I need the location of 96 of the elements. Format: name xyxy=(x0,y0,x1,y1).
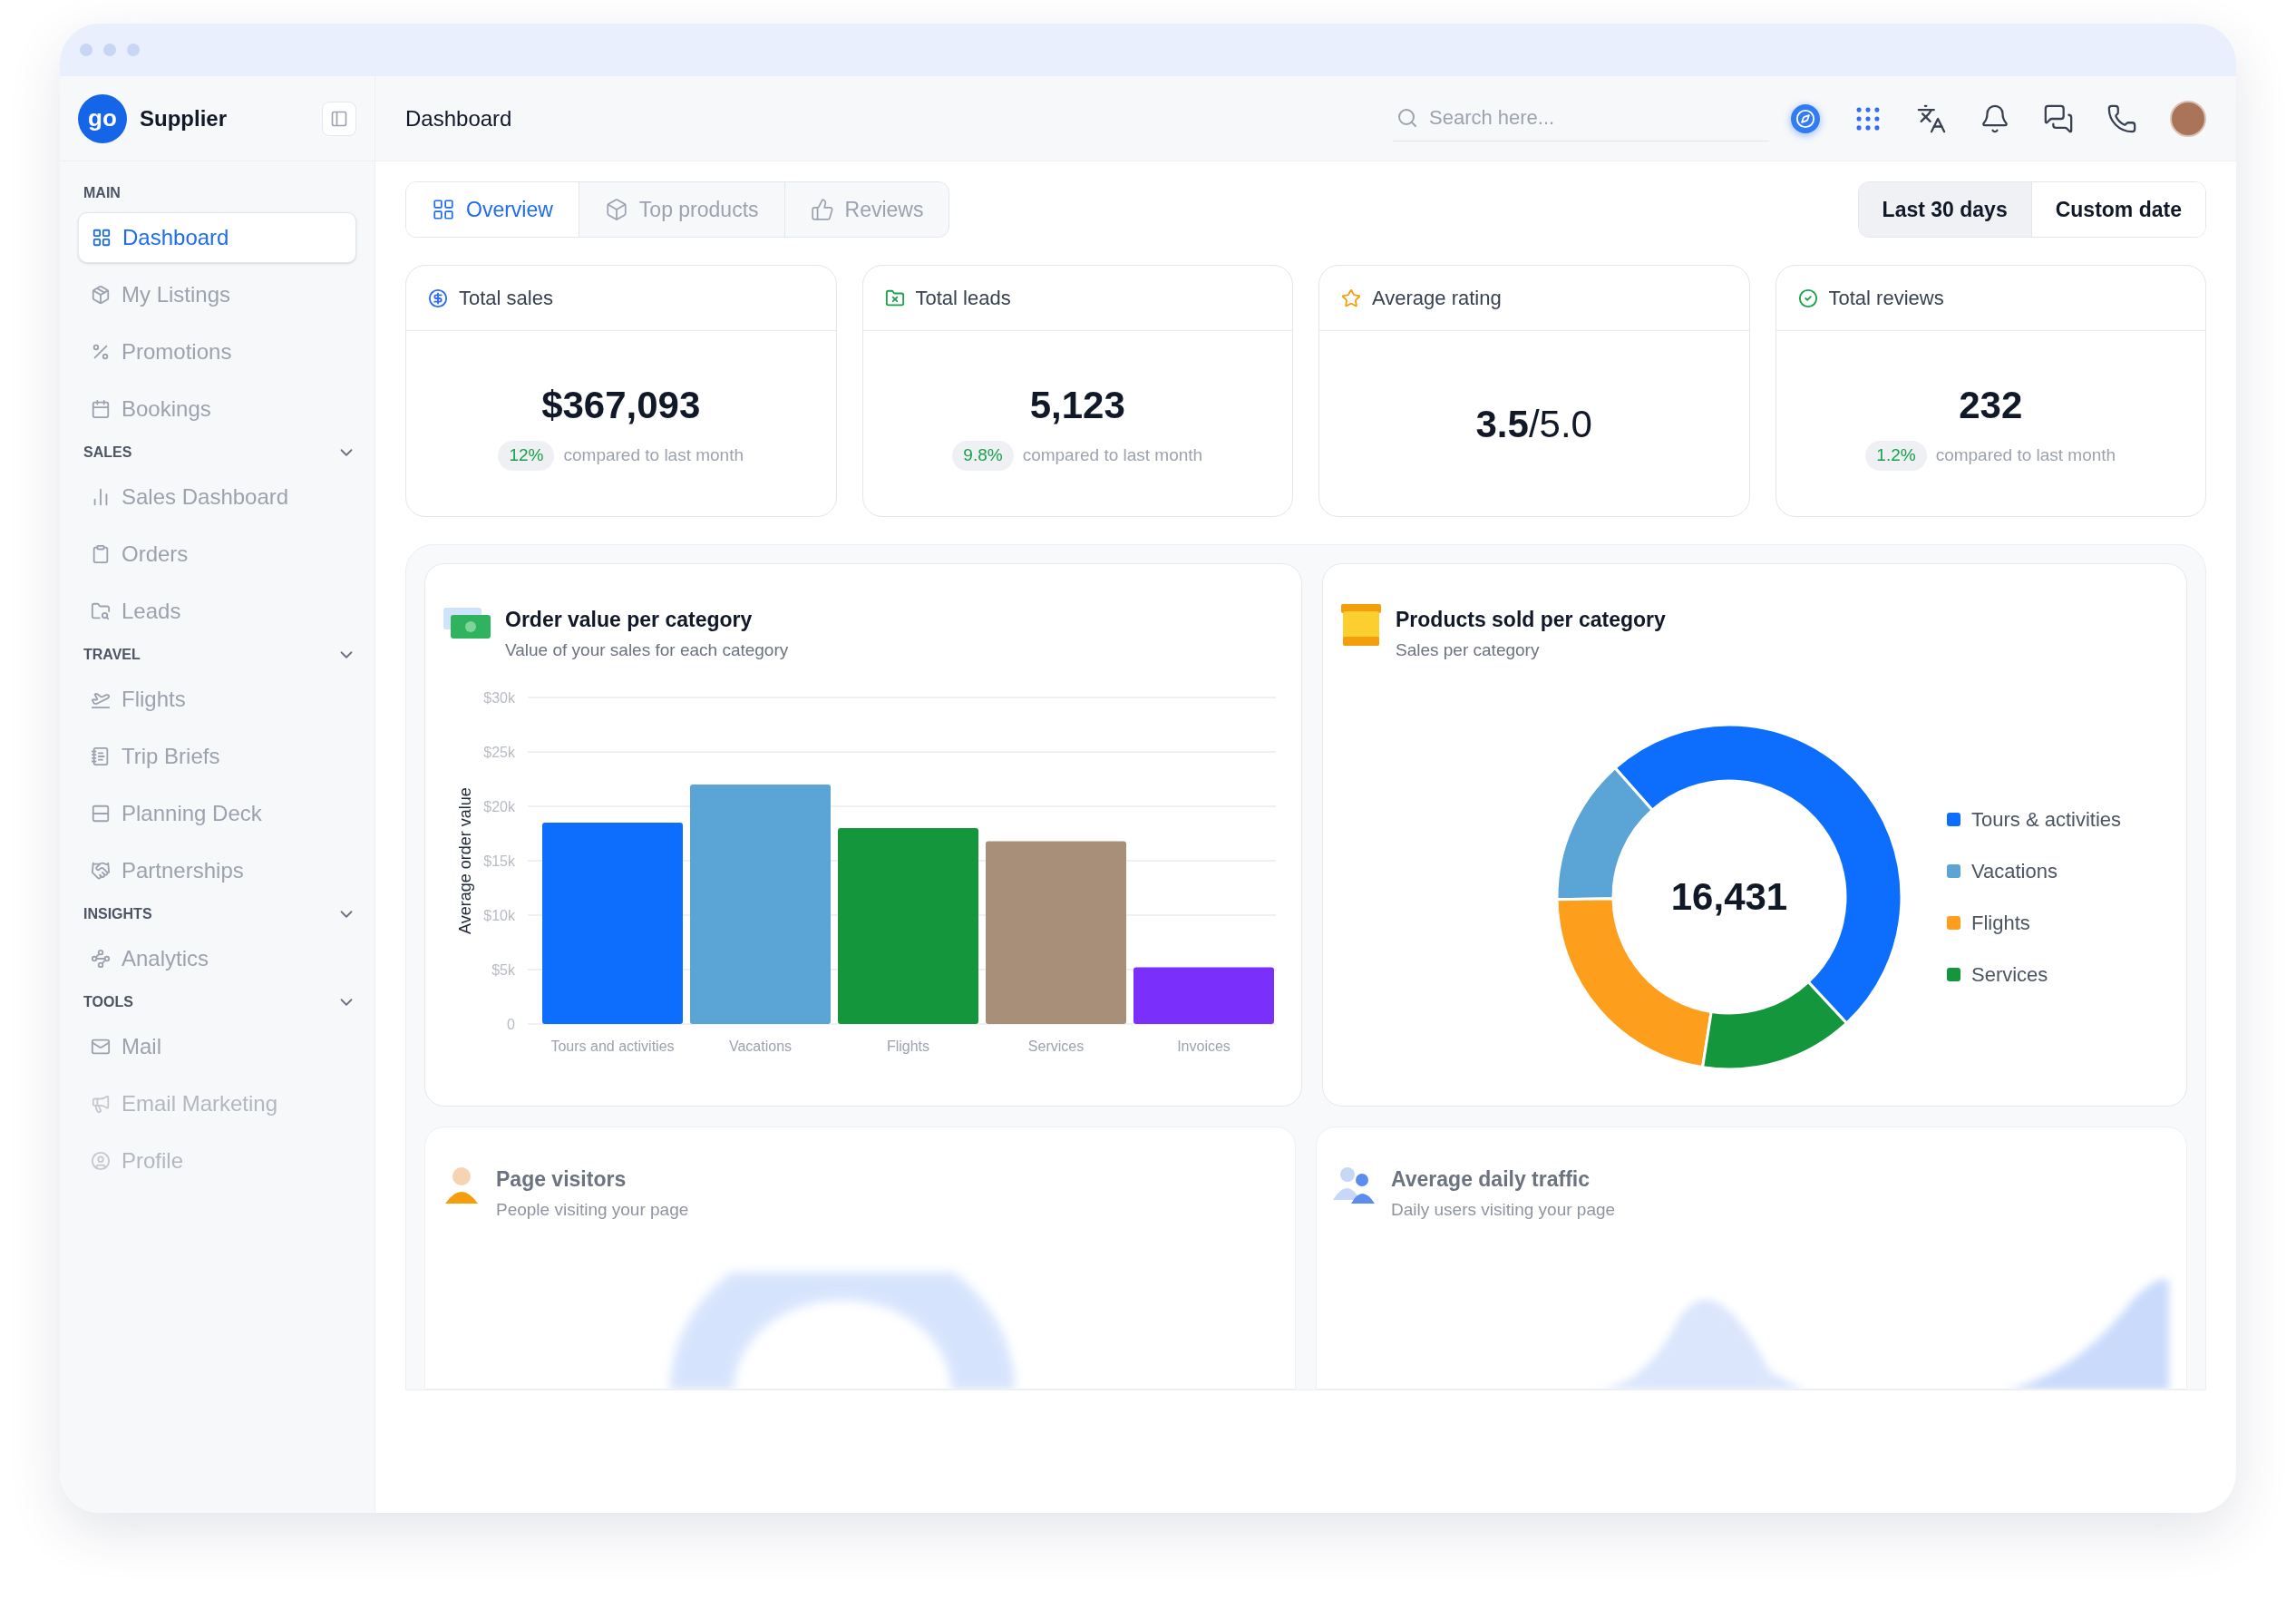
handshake-icon xyxy=(91,860,111,881)
sidebar-item[interactable]: Mail xyxy=(78,1020,356,1072)
sidebar-item[interactable]: Bookings xyxy=(78,383,356,434)
sidebar-item[interactable]: Trip Briefs xyxy=(78,730,356,782)
axis-title: Average order value xyxy=(456,787,474,934)
stat-title: Average rating xyxy=(1372,286,1502,311)
section-label: INSIGHTS xyxy=(83,905,152,923)
category-label: Flights xyxy=(886,1039,930,1054)
chat-icon[interactable] xyxy=(2043,102,2074,134)
date-range-button[interactable]: Last 30 days xyxy=(1858,182,2032,237)
tick-label: $25k xyxy=(483,745,515,760)
chart-title: Average daily traffic xyxy=(1391,1166,1591,1193)
collapse-sidebar-button[interactable] xyxy=(322,101,356,136)
tab[interactable]: Overview xyxy=(406,182,579,237)
total-value: 16,431 xyxy=(1670,875,1788,918)
section-label: TRAVEL xyxy=(83,646,141,664)
search-icon xyxy=(1396,107,1418,129)
stat-value: 232 xyxy=(1959,383,2023,429)
tab[interactable]: Reviews xyxy=(784,182,949,237)
category-label: Services xyxy=(1027,1039,1085,1054)
sidebar-item[interactable]: Orders xyxy=(78,528,356,580)
change-badge: 1.2% xyxy=(1865,441,1927,471)
sidebar-item[interactable]: Leads xyxy=(78,585,356,637)
change-badge: 12% xyxy=(498,441,555,471)
star-icon xyxy=(1341,288,1361,308)
category-label: Vacations xyxy=(728,1039,793,1054)
sidebar-item[interactable]: Promotions xyxy=(78,326,356,377)
change-badge: 9.8% xyxy=(952,441,1014,471)
box-icon xyxy=(1341,604,1381,646)
chart-title: Products sold per category xyxy=(1396,607,1666,633)
tick-label: $15k xyxy=(483,853,515,869)
stat-title: Total sales xyxy=(459,286,553,311)
notebook-icon xyxy=(91,746,111,766)
tick-label: $10k xyxy=(483,908,515,923)
sidebar-item[interactable]: Planning Deck xyxy=(78,787,356,839)
search-field[interactable]: Search here... xyxy=(1429,100,1766,136)
chart-title: Order value per category xyxy=(505,607,754,633)
rows-icon xyxy=(91,803,111,824)
avatar[interactable] xyxy=(2170,100,2206,137)
tab[interactable]: Top products xyxy=(579,182,785,237)
tick-label: $20k xyxy=(483,799,515,814)
comparison-text: compared to last month xyxy=(563,444,744,467)
sidebar-item[interactable]: Flights xyxy=(78,673,356,725)
chart-subtitle: Daily users visiting your page xyxy=(1391,1198,1616,1221)
chart-subtitle: Sales per category xyxy=(1396,639,1541,661)
chart-title: Page visitors xyxy=(496,1166,628,1193)
phone-icon[interactable] xyxy=(2106,102,2137,134)
dollar-icon xyxy=(428,288,448,308)
box-icon xyxy=(604,198,628,221)
grid-icon xyxy=(432,198,455,221)
chart-subtitle: Value of your sales for each category xyxy=(505,639,789,661)
folder-icon xyxy=(884,288,905,308)
stat-value: $367,093 xyxy=(541,383,701,429)
tick-label: 0 xyxy=(507,1017,515,1032)
megaphone-icon xyxy=(91,1093,111,1114)
user-icon xyxy=(91,1150,111,1171)
tick-label: $5k xyxy=(491,962,515,978)
stat-title: Total reviews xyxy=(1828,286,1944,311)
category-label: Invoices xyxy=(1177,1039,1231,1054)
box-icon xyxy=(91,284,111,305)
grid-icon xyxy=(92,227,112,248)
section-label: SALES xyxy=(83,444,132,462)
legend-label: Tours & activities xyxy=(1971,807,2122,833)
sidebar-item[interactable]: Sales Dashboard xyxy=(78,471,356,522)
stat-title: Total leads xyxy=(915,286,1011,311)
comparison-text: compared to last month xyxy=(1022,444,1203,467)
tick-label: $30k xyxy=(483,690,515,706)
category-label: Tours and activities xyxy=(550,1039,675,1054)
legend-label: Flights xyxy=(1971,911,2030,936)
stat-value: 5,123 xyxy=(1029,383,1125,429)
section-label: TOOLS xyxy=(83,993,133,1011)
sidebar-item[interactable]: My Listings xyxy=(78,268,356,320)
page-title: Dashboard xyxy=(405,104,513,132)
calendar-icon xyxy=(91,398,111,419)
brand-name: Supplier xyxy=(140,104,228,132)
logo: go xyxy=(78,93,127,143)
sidebar-item[interactable]: Dashboard xyxy=(78,211,356,263)
thumbs-up-icon xyxy=(810,198,834,221)
network-icon xyxy=(91,948,111,969)
translate-icon[interactable] xyxy=(1916,102,1947,134)
compass-icon[interactable] xyxy=(1791,103,1820,133)
sidebar-item[interactable]: Email Marketing xyxy=(78,1078,356,1129)
legend-label: Vacations xyxy=(1971,859,2058,884)
folder-icon xyxy=(91,600,111,621)
stat-value: 3.5/5.0 xyxy=(1475,401,1592,447)
check-circle-icon xyxy=(1797,288,1818,308)
chart-subtitle: People visiting your page xyxy=(496,1198,689,1221)
sidebar-item[interactable]: Partnerships xyxy=(78,844,356,896)
sidebar-item[interactable]: Profile xyxy=(78,1135,356,1186)
comparison-text: compared to last month xyxy=(1935,444,2116,467)
clipboard-icon xyxy=(91,543,111,564)
sidebar-item[interactable]: Analytics xyxy=(78,932,356,984)
section-label: MAIN xyxy=(83,184,121,202)
legend-label: Services xyxy=(1971,962,2048,988)
bell-icon[interactable] xyxy=(1980,102,2010,134)
panel-icon xyxy=(330,109,348,128)
